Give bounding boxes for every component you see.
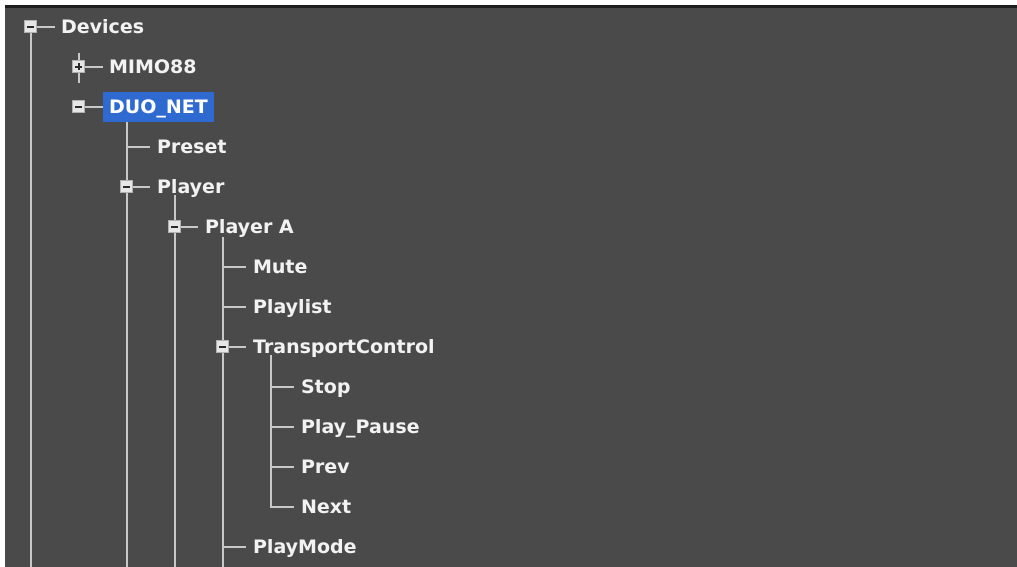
tree-line-level-4 [222, 237, 224, 567]
tree-branch-devices [35, 26, 55, 28]
tree-branch-prev [270, 466, 294, 468]
device-tree-panel[interactable]: Devices MIMO88 DUO_NET Preset Player Pla… [5, 5, 1017, 567]
tree-node-next[interactable]: Next [295, 492, 357, 522]
collapse-minus-icon[interactable] [24, 20, 37, 33]
collapse-minus-icon[interactable] [72, 100, 85, 113]
tree-node-playmode[interactable]: PlayMode [247, 532, 363, 562]
tree-branch-transportcontrol [227, 346, 246, 348]
tree-branch-stop [270, 386, 294, 388]
tree-branch-playlist [222, 306, 246, 308]
tree-node-preset[interactable]: Preset [151, 132, 232, 162]
panel-top-border [5, 5, 1017, 8]
tree-line-level-5 [270, 355, 272, 507]
tree-branch-mute [222, 266, 246, 268]
tree-node-mute[interactable]: Mute [247, 252, 313, 282]
tree-node-playlist[interactable]: Playlist [247, 292, 337, 322]
tree-branch-player [131, 186, 150, 188]
tree-branch-playmode [222, 546, 246, 548]
tree-branch-mimo88 [83, 66, 103, 68]
tree-line-level-3 [174, 195, 176, 567]
tree-node-stop[interactable]: Stop [295, 372, 356, 402]
tree-node-player[interactable]: Player [151, 172, 230, 202]
collapse-minus-icon[interactable] [216, 340, 229, 353]
expand-plus-icon[interactable] [72, 60, 85, 73]
tree-node-player-a[interactable]: Player A [199, 212, 300, 242]
tree-node-mimo88[interactable]: MIMO88 [103, 52, 202, 82]
tree-branch-duo-net [83, 106, 103, 108]
collapse-minus-icon[interactable] [120, 180, 133, 193]
tree-node-play-pause[interactable]: Play_Pause [295, 412, 426, 442]
tree-node-devices[interactable]: Devices [55, 12, 150, 42]
tree-branch-play-pause [270, 426, 294, 428]
tree-branch-next [270, 506, 294, 508]
tree-line-level-0 [30, 33, 32, 567]
collapse-minus-icon[interactable] [168, 220, 181, 233]
tree-node-prev[interactable]: Prev [295, 452, 356, 482]
tree-branch-player-a [179, 226, 198, 228]
tree-node-transportcontrol[interactable]: TransportControl [247, 332, 441, 362]
tree-branch-preset [126, 146, 150, 148]
tree-node-duo-net-selected[interactable]: DUO_NET [103, 92, 214, 122]
